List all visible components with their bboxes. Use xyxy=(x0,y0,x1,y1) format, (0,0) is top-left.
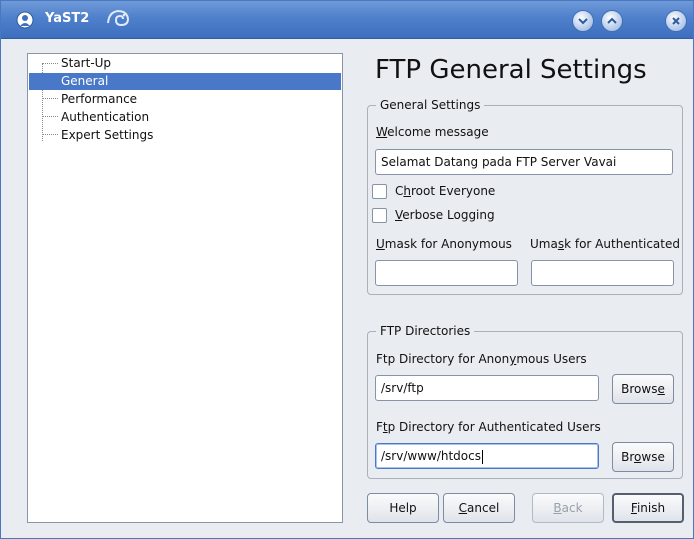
yast-app-icon[interactable] xyxy=(15,10,35,30)
tree-item-general[interactable]: General xyxy=(29,73,341,90)
maximize-icon[interactable] xyxy=(601,10,623,32)
verbose-logging-label[interactable]: Verbose Logging xyxy=(395,208,495,222)
ftp-directories-group: FTP Directories Ftp Directory for Anonym… xyxy=(367,324,683,479)
authenticated-directory-label: Ftp Directory for Authenticated Users xyxy=(376,420,601,434)
umask-authenticated-input[interactable] xyxy=(531,260,674,286)
yast-window: YaST2 Start-Up General Performance Authe… xyxy=(0,0,694,539)
chameleon-icon xyxy=(105,7,131,29)
tree-item-authentication[interactable]: Authentication xyxy=(29,109,341,126)
cancel-button[interactable]: Cancel xyxy=(443,493,515,523)
help-button[interactable]: Help xyxy=(367,493,439,523)
umask-anonymous-input[interactable] xyxy=(375,260,518,286)
tree-item-performance[interactable]: Performance xyxy=(29,91,341,108)
anonymous-directory-label: Ftp Directory for Anonymous Users xyxy=(376,352,587,366)
title-bar[interactable]: YaST2 xyxy=(1,1,693,39)
tree-item-expert-settings[interactable]: Expert Settings xyxy=(29,127,341,144)
verbose-logging-checkbox[interactable] xyxy=(372,208,387,223)
chroot-everyone-label[interactable]: Chroot Everyone xyxy=(395,184,495,198)
minimize-icon[interactable] xyxy=(572,10,594,32)
page-title: FTP General Settings xyxy=(375,55,647,85)
text-cursor xyxy=(481,449,483,464)
close-icon[interactable] xyxy=(665,10,687,32)
chroot-everyone-checkbox[interactable] xyxy=(372,184,387,199)
welcome-message-input[interactable]: Selamat Datang pada FTP Server Vavai xyxy=(375,149,673,175)
finish-button[interactable]: Finish xyxy=(612,493,684,523)
umask-anonymous-label: Umask for Anonymous xyxy=(376,237,512,251)
ftp-directories-legend: FTP Directories xyxy=(376,324,475,338)
browse-anonymous-button[interactable]: Browse xyxy=(612,374,674,404)
authenticated-directory-input[interactable]: /srv/www/htdocs xyxy=(375,443,599,469)
browse-authenticated-button[interactable]: Browse xyxy=(612,442,674,472)
general-settings-legend: General Settings xyxy=(376,98,485,112)
general-settings-group: General Settings Welcome message Selamat… xyxy=(367,98,683,295)
anonymous-directory-input[interactable]: /srv/ftp xyxy=(375,375,599,401)
window-title: YaST2 xyxy=(45,11,90,26)
tree-item-start-up[interactable]: Start-Up xyxy=(29,55,341,72)
umask-authenticated-label: Umask for Authenticated xyxy=(530,237,680,251)
navigation-tree[interactable]: Start-Up General Performance Authenticat… xyxy=(27,53,343,523)
back-button[interactable]: Back xyxy=(532,493,604,523)
welcome-message-label: Welcome message xyxy=(376,125,489,139)
